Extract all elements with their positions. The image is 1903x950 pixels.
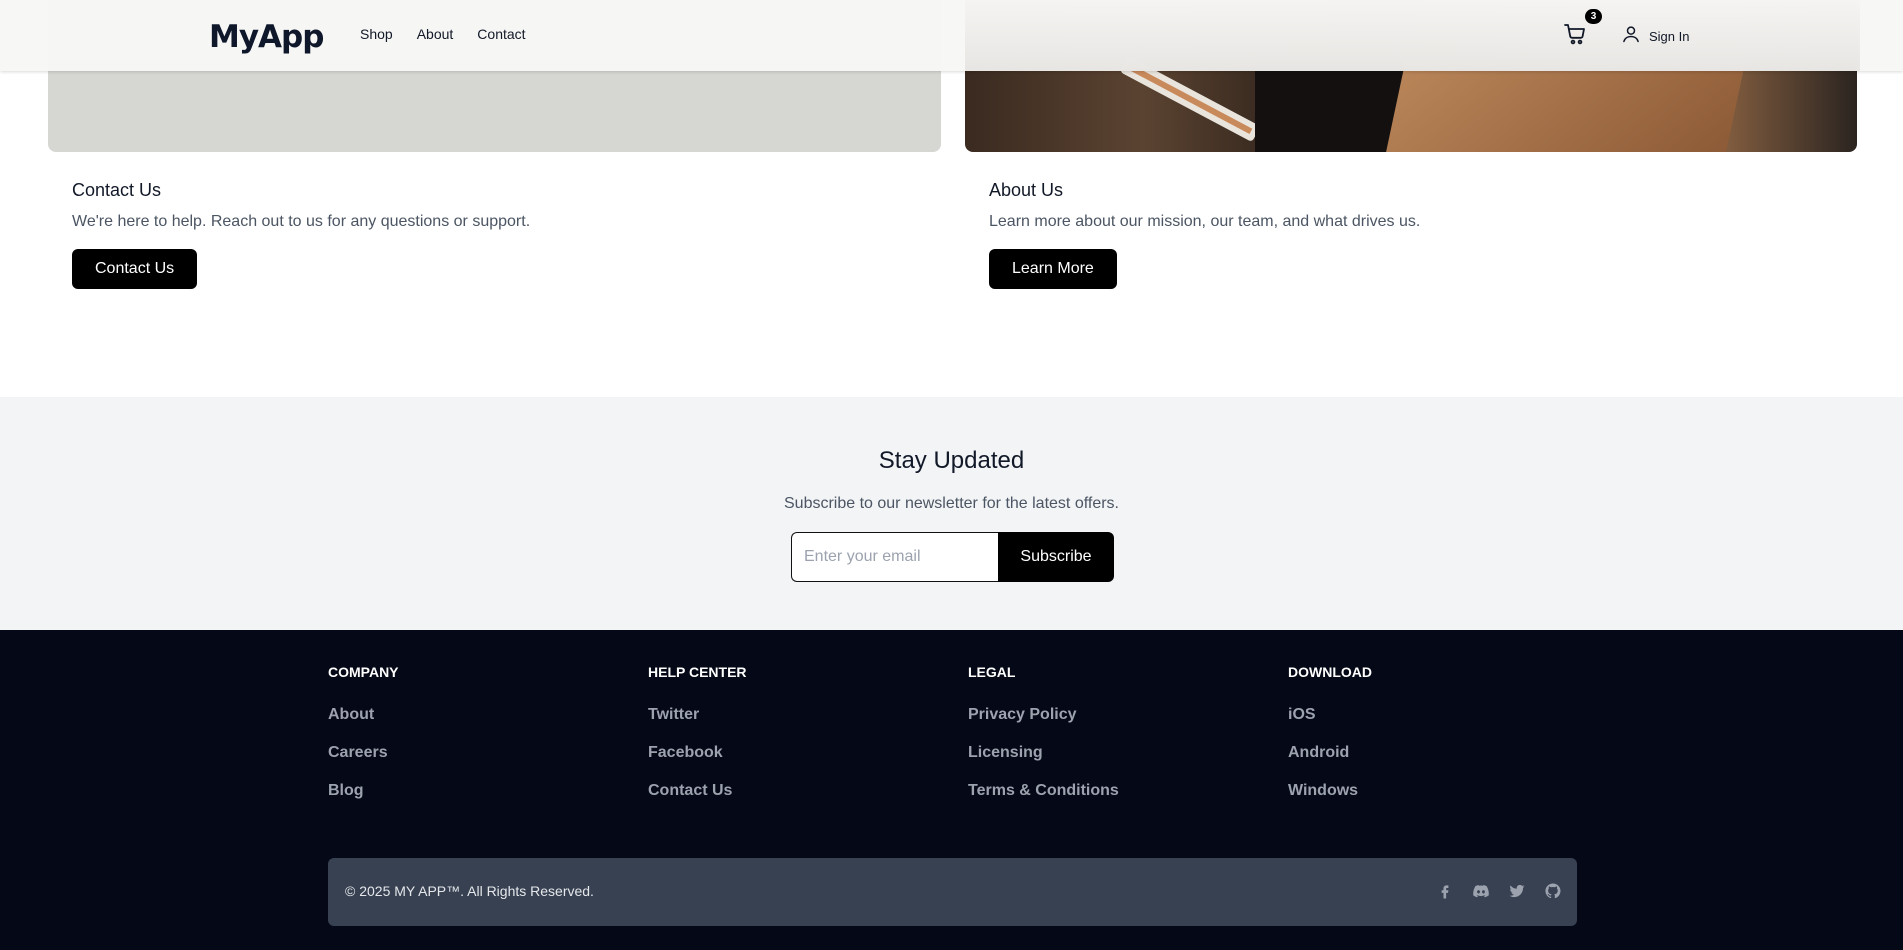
footer-link-licensing[interactable]: Licensing <box>968 744 1119 762</box>
about-card: About Us Learn more about our mission, o… <box>989 180 1420 289</box>
footer-link-contact-us[interactable]: Contact Us <box>648 782 747 800</box>
footer-link-facebook[interactable]: Facebook <box>648 744 747 762</box>
footer-link-blog[interactable]: Blog <box>328 782 399 800</box>
newsletter-title: Stay Updated <box>878 447 1025 474</box>
cart-count-badge: 3 <box>1585 9 1602 24</box>
twitter-icon[interactable] <box>1508 882 1526 900</box>
footer-column-company: COMPANY About Careers Blog <box>328 664 399 820</box>
footer-column-legal: LEGAL Privacy Policy Licensing Terms & C… <box>968 664 1119 820</box>
site-footer: COMPANY About Careers Blog HELP CENTER T… <box>0 630 1903 950</box>
newsletter-form: Subscribe <box>791 532 1114 582</box>
footer-column-help-center: HELP CENTER Twitter Facebook Contact Us <box>648 664 747 820</box>
footer-heading: LEGAL <box>968 664 1016 680</box>
email-input[interactable] <box>791 532 998 582</box>
site-header: MyApp Shop About Contact 3 Sign In <box>0 0 1903 71</box>
newsletter-section: Stay Updated Subscribe to our newsletter… <box>0 397 1903 630</box>
footer-heading: HELP CENTER <box>648 664 747 680</box>
main-nav: Shop About Contact <box>360 26 526 42</box>
footer-link-about[interactable]: About <box>328 706 399 724</box>
nav-contact[interactable]: Contact <box>477 26 525 42</box>
footer-column-download: DOWNLOAD iOS Android Windows <box>1288 664 1372 820</box>
cart-icon[interactable] <box>1563 22 1587 46</box>
footer-heading: COMPANY <box>328 664 399 680</box>
footer-link-privacy-policy[interactable]: Privacy Policy <box>968 706 1119 724</box>
footer-link-careers[interactable]: Careers <box>328 744 399 762</box>
nav-shop[interactable]: Shop <box>360 26 393 42</box>
discord-icon[interactable] <box>1472 882 1490 900</box>
sign-in-label: Sign In <box>1649 29 1690 44</box>
sign-in-link[interactable]: Sign In <box>1621 24 1689 49</box>
contact-card-title: Contact Us <box>72 180 162 200</box>
contact-card: Contact Us We're here to help. Reach out… <box>72 180 530 289</box>
footer-link-android[interactable]: Android <box>1288 744 1372 762</box>
contact-us-button[interactable]: Contact Us <box>72 249 198 289</box>
facebook-icon[interactable] <box>1436 882 1454 900</box>
footer-bottom-bar: © 2025 MY APP™. All Rights Reserved. <box>328 858 1577 926</box>
footer-link-ios[interactable]: iOS <box>1288 706 1372 724</box>
logo[interactable]: MyApp <box>209 19 324 55</box>
about-card-description: Learn more about our mission, our team, … <box>989 213 1421 230</box>
footer-link-twitter[interactable]: Twitter <box>648 706 747 724</box>
footer-heading: DOWNLOAD <box>1288 664 1372 680</box>
footer-link-terms[interactable]: Terms & Conditions <box>968 782 1119 800</box>
social-links <box>1436 882 1562 900</box>
footer-link-windows[interactable]: Windows <box>1288 782 1372 800</box>
learn-more-button[interactable]: Learn More <box>989 249 1117 289</box>
github-icon[interactable] <box>1544 882 1562 900</box>
nav-about[interactable]: About <box>417 26 454 42</box>
newsletter-subtitle: Subscribe to our newsletter for the late… <box>784 495 1119 512</box>
copyright-text: © 2025 MY APP™. All Rights Reserved. <box>345 883 594 899</box>
subscribe-button[interactable]: Subscribe <box>998 532 1114 582</box>
user-icon <box>1621 24 1641 49</box>
contact-card-description: We're here to help. Reach out to us for … <box>72 213 531 230</box>
about-card-title: About Us <box>989 180 1064 200</box>
